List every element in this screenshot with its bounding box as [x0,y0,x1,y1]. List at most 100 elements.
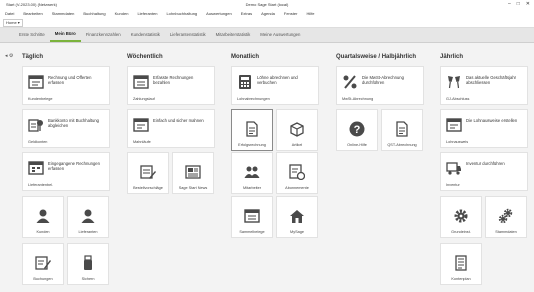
tile-label: Lohnausweis [446,140,469,144]
tile-qst-abrechnung[interactable]: QST-Abrechnung [381,109,423,151]
calculator-icon [237,74,253,90]
tile-label: Buchungen [33,277,53,281]
tile-online-hilfe[interactable]: ? Online-Hilfe [336,109,378,151]
maximize-button[interactable]: □ [517,0,520,9]
tile-text: Inventur durchführen [466,161,505,166]
tile-gj-abschluss[interactable]: Das aktuelle Geschäftsjahr abschliessen … [440,66,528,105]
tile-rechnungen-offerten[interactable]: Rechnung und Offerten erfassen Kundenbel… [22,66,110,105]
menu-extras[interactable]: Extras [241,9,252,18]
tile-eingegangene-rechnungen[interactable]: Eingegangene Rechnungen erfassen Liefera… [22,152,110,191]
collective-voucher-icon [244,208,260,224]
section-title-quarterly: Quartalsweise / Halbjährlich [336,54,417,60]
tile-text: Löhne abrechnen und verbuchen [257,75,298,85]
tile-sage-start-news[interactable]: Sage Start News [172,152,214,194]
tile-text: Das aktuelle Geschäftsjahr abschliessen [466,75,517,85]
tab-meine-auswertungen[interactable]: Meine Auswertungen [255,28,305,42]
menu-stammdaten[interactable]: Stammdaten [52,9,75,18]
menu-fenster[interactable]: Fenster [284,9,298,18]
tile-mahnen[interactable]: Einfach und sicher mahnen Mahnläufe [127,109,215,148]
section-title-weekly: Wöchentlich [127,54,163,60]
minimize-button[interactable]: – [508,0,511,9]
home-dropdown[interactable]: Home ▾ [3,19,23,27]
tile-kunden[interactable]: Kunden [22,196,64,238]
tab-erste-schritte[interactable]: Erste Schritte [14,28,50,42]
menu-kunden[interactable]: Kunden [115,9,129,18]
tile-label: Kontenplan [451,277,471,281]
tile-stammdaten[interactable]: Stammdaten [485,196,527,238]
tile-text: Eingegangene Rechnungen erfassen [48,161,100,171]
tile-bankkonto-abgleichen[interactable]: Bankkonto mit Buchhaltung abgleichen Gel… [22,109,110,148]
tile-lieferanten[interactable]: Lieferanten [67,196,109,238]
tile-sammelbelege[interactable]: Sammelbelege [231,196,273,238]
invoice-icon [28,74,44,90]
tab-lieferantenstatistik[interactable]: Lieferantenstatistik [165,28,211,42]
tile-label: Mitarbeiter [243,186,261,190]
tile-label: Kunden [36,230,50,234]
tile-label: Lieferanten [78,230,98,234]
settings-gear-icon[interactable]: ⚙ [9,53,13,59]
document-icon [394,121,410,137]
tile-label: Sammelbelege [239,230,265,234]
tab-kundenstatistik[interactable]: Kundenstatistik [126,28,165,42]
menu-lohnbuchhaltung[interactable]: Lohnbuchhaltung [166,9,197,18]
tile-kontenplan[interactable]: Kontenplan [440,243,482,285]
inventory-truck-icon [446,160,462,176]
tile-inventur[interactable]: Inventur durchführen Inventur [440,152,528,191]
payment-list-icon [133,74,149,90]
subscription-icon [289,164,305,180]
tile-label: Stammdaten [495,230,517,234]
title-bar: Start (V-2023.00) (Netzwerk) Demo Sage S… [0,0,534,9]
tile-mwst-abrechnung[interactable]: Die MwSt-Abrechnung durchführen MwSt-Abr… [336,66,424,105]
tab-mein-buero[interactable]: Mein Büro [49,28,81,42]
tile-buchungen[interactable]: Buchungen [22,243,64,285]
tile-erfasste-rechnungen-bezahlen[interactable]: Erfasste Rechnungen bezahlen Zahlungslau… [127,66,215,105]
menu-auswertungen[interactable]: Auswertungen [206,9,232,18]
home-icon [289,208,305,224]
tile-bestellvorschlaege[interactable]: Bestellvorschläge [127,152,169,194]
menu-agenda[interactable]: Agenda [261,9,275,18]
customer-person-icon [35,208,51,224]
tile-label: GJ-Abschluss [446,97,470,101]
tile-sichern[interactable]: Sichern [67,243,109,285]
supplier-person-icon [80,208,96,224]
tile-lohnausweise[interactable]: Die Lohnausweise erstellen Lohnausweis [440,109,528,148]
menu-hilfe[interactable]: Hilfe [306,9,314,18]
menu-buchhaltung[interactable]: Buchhaltung [83,9,105,18]
tile-mysage[interactable]: MySage [276,196,318,238]
tile-label: Abonnemente [285,186,309,190]
menu-datei[interactable]: Datei [5,9,14,18]
tile-label: MySage [290,230,304,234]
tab-mitarbeiterstatistik[interactable]: Mitarbeiterstatistik [211,28,256,42]
booking-edit-icon [35,255,51,271]
tile-artikel[interactable]: Artikel [276,109,318,151]
reminder-list-icon [133,117,149,133]
tile-label: Kundenbelege [28,97,53,101]
tile-text: Bankkonto mit Buchhaltung abgleichen [48,118,99,128]
tile-grundeinstellungen[interactable]: Grundeinst. [440,196,482,238]
tile-label: Sage Start News [178,186,208,190]
ribbon: Home ▾ [0,18,534,28]
employee-group-icon [244,164,260,180]
menu-bearbeiten[interactable]: Bearbeiten [23,9,42,18]
bank-reconcile-icon [28,117,44,133]
tab-finanzkennzahlen[interactable]: Finanzkennzahlen [81,28,126,42]
tile-loehne-abrechnen[interactable]: Löhne abrechnen und verbuchen Lohnabrech… [231,66,319,105]
section-title-monthly: Monatlich [231,54,259,60]
tile-label: Zahlungslauf [133,97,155,101]
collapse-arrow-icon[interactable]: ◂ [5,53,8,59]
menu-lieferanten[interactable]: Lieferanten [137,9,157,18]
svg-text:?: ? [354,124,361,136]
tile-text: Die Lohnausweise erstellen [466,118,518,123]
gears-icon [498,208,514,224]
tile-mitarbeiter[interactable]: Mitarbeiter [231,152,273,194]
close-button[interactable]: ✕ [526,0,530,9]
tile-text: Erfasste Rechnungen bezahlen [153,75,194,85]
section-title-daily: Täglich [22,54,44,60]
tile-label: Inventur [446,183,460,187]
menu-bar: Datei Bearbeiten Stammdaten Buchhaltung … [0,9,534,18]
order-proposal-icon [140,164,156,180]
tile-label: Geldkonten [28,140,48,144]
tile-text: Rechnung und Offerten erfassen [48,75,92,85]
tile-erfolgsrechnung[interactable]: Erfolgsrechnung [231,109,273,151]
tile-abonnemente[interactable]: Abonnemente [276,152,318,194]
